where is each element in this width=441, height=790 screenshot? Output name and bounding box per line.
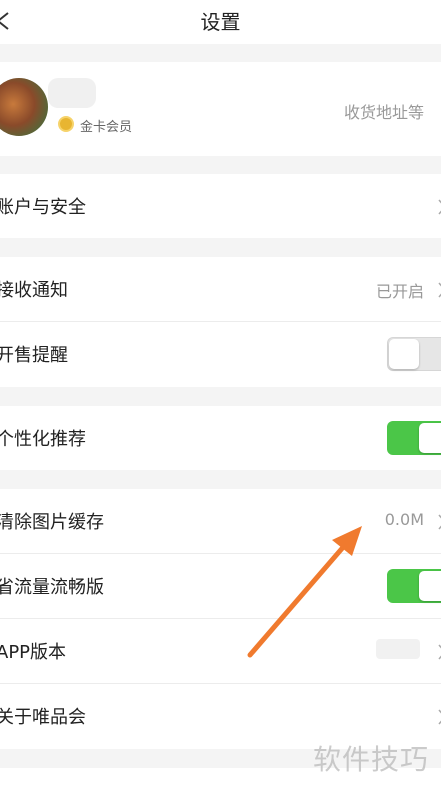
chevron-right-icon bbox=[438, 709, 441, 725]
row-app-version[interactable]: APP版本 bbox=[0, 619, 441, 683]
row-value: 已开启 bbox=[375, 282, 424, 301]
version-blurred bbox=[376, 639, 420, 659]
chevron-right-icon bbox=[438, 514, 441, 530]
row-value: 0.0M bbox=[384, 510, 424, 529]
chevron-right-icon bbox=[438, 644, 441, 660]
row-notifications[interactable]: 接收通知 已开启 bbox=[0, 257, 441, 321]
row-label: 接收通知 bbox=[0, 280, 68, 301]
toggle-knob bbox=[419, 571, 441, 601]
watermark: 软件技巧 bbox=[313, 743, 430, 776]
page-title: 设置 bbox=[200, 10, 241, 34]
address-label[interactable]: 收货地址等 bbox=[344, 99, 424, 123]
toggle-knob bbox=[389, 339, 419, 369]
row-account-security[interactable]: 账户与安全 bbox=[0, 174, 441, 238]
notification-card: 接收通知 已开启 开售提醒 bbox=[0, 257, 441, 387]
gold-member-icon bbox=[58, 116, 74, 132]
row-data-saver: 省流量流畅版 bbox=[0, 554, 441, 618]
row-label: 开售提醒 bbox=[0, 345, 68, 366]
toggle-knob bbox=[419, 423, 441, 453]
row-personalized: 个性化推荐 bbox=[0, 406, 441, 470]
sale-reminder-toggle[interactable] bbox=[387, 337, 441, 371]
row-label: 省流量流畅版 bbox=[0, 577, 104, 598]
chevron-right-icon bbox=[438, 199, 441, 215]
general-card: 清除图片缓存 0.0M 省流量流畅版 APP版本 关于唯品会 bbox=[0, 489, 441, 749]
personalized-toggle[interactable] bbox=[387, 421, 441, 455]
username-blurred bbox=[48, 78, 96, 108]
data-saver-toggle[interactable] bbox=[387, 569, 441, 603]
row-clear-cache[interactable]: 清除图片缓存 0.0M bbox=[0, 489, 441, 553]
row-label: 清除图片缓存 bbox=[0, 512, 104, 533]
chevron-right-icon bbox=[438, 282, 441, 298]
row-label: 个性化推荐 bbox=[0, 429, 86, 450]
personalized-card: 个性化推荐 bbox=[0, 406, 441, 470]
row-label: 账户与安全 bbox=[0, 197, 86, 218]
top-bar: 设置 bbox=[0, 0, 441, 44]
account-card: 账户与安全 bbox=[0, 174, 441, 238]
row-label: 关于唯品会 bbox=[0, 707, 86, 728]
row-sale-reminder: 开售提醒 bbox=[0, 322, 441, 386]
membership-label: 金卡会员 bbox=[80, 120, 133, 135]
row-label: APP版本 bbox=[0, 642, 67, 663]
